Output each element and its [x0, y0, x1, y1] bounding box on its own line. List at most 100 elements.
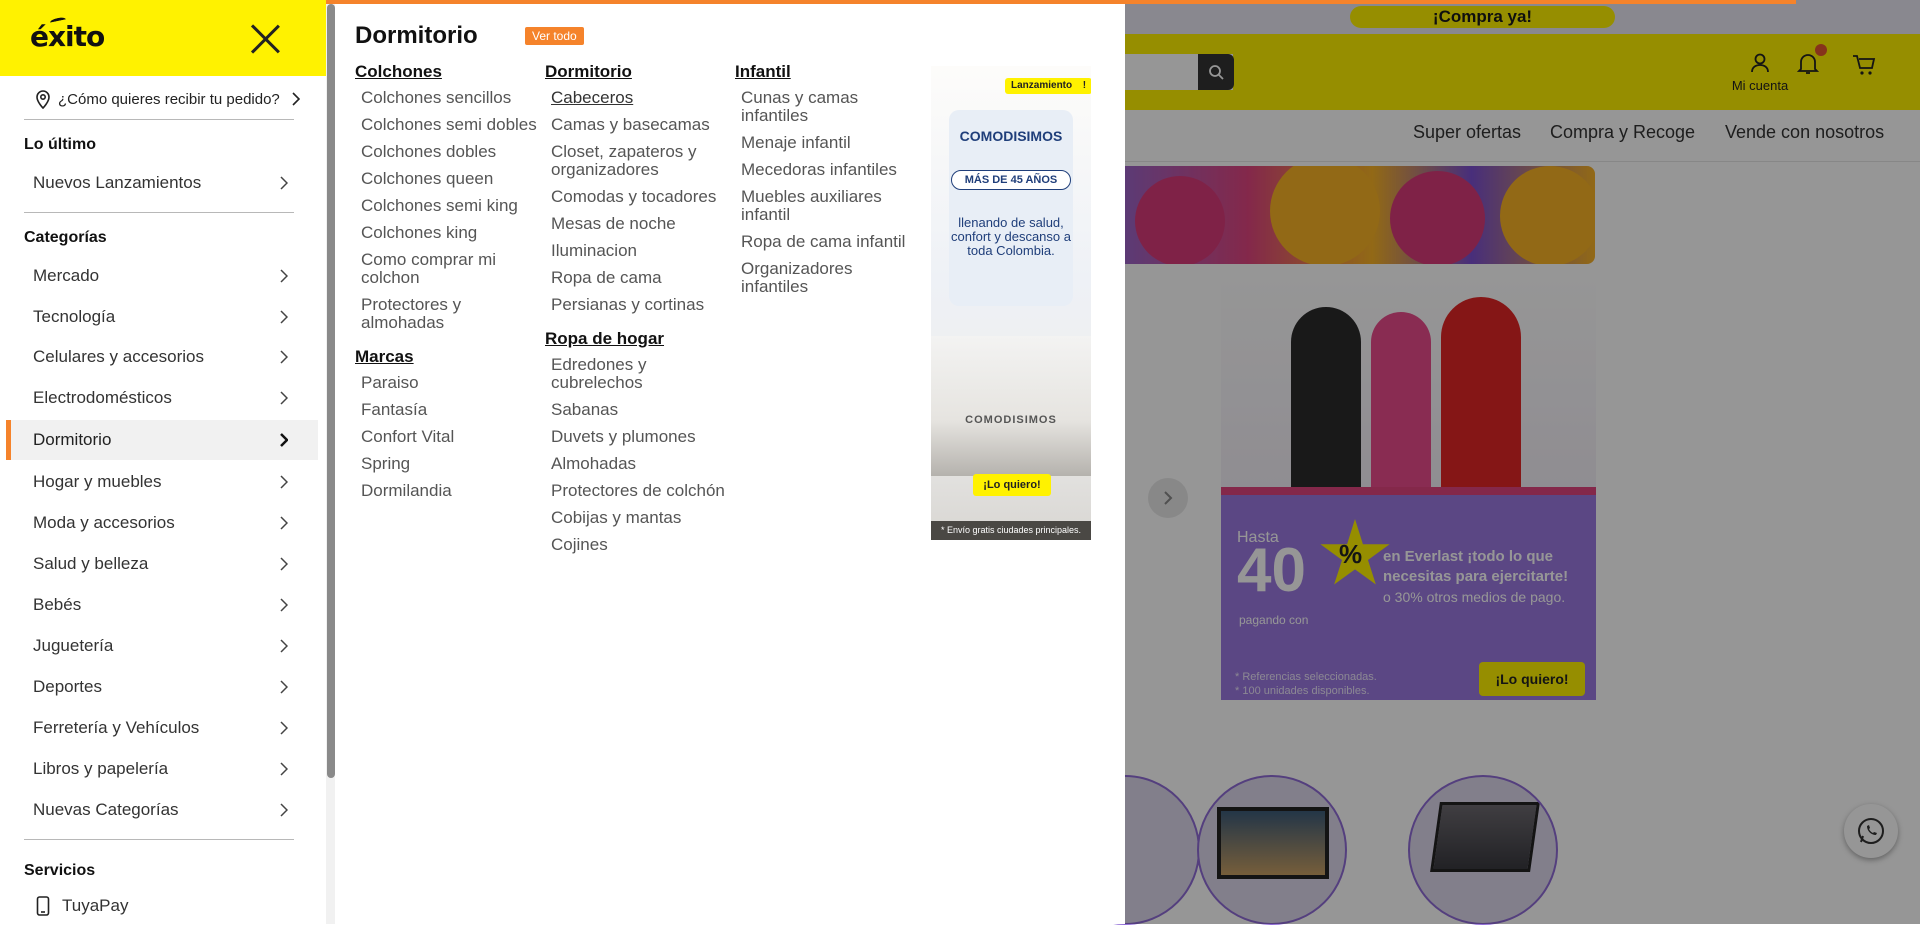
submenu-link[interactable]: Colchones semi dobles	[355, 116, 540, 134]
submenu-link[interactable]: Sabanas	[545, 401, 730, 419]
divider	[24, 212, 294, 213]
ad-brand: COMODISIMOS	[959, 128, 1063, 144]
ad-copy: llenando de salud, confort y descanso a …	[951, 215, 1071, 258]
category-menu: éxito ¿Cómo quieres recibir tu pedido? L…	[0, 0, 326, 924]
submenu-link[interactable]: Cabeceros	[545, 89, 730, 107]
ad-cta-button[interactable]: ¡Lo quiero!	[973, 474, 1051, 496]
submenu-link[interactable]: Dormilandia	[355, 482, 540, 500]
submenu-link[interactable]: Colchones dobles	[355, 143, 540, 161]
category-item-libros-y-papeleria[interactable]: Libros y papelería	[6, 749, 318, 789]
category-item-hogar-y-muebles[interactable]: Hogar y muebles	[6, 462, 318, 502]
category-item-electrodomesticos[interactable]: Electrodomésticos	[6, 378, 318, 418]
submenu-link[interactable]: Mecedoras infantiles	[735, 161, 920, 179]
see-all-button[interactable]: Ver todo	[525, 27, 584, 45]
category-item-celulares-y-accesorios[interactable]: Celulares y accesorios	[6, 337, 318, 377]
category-item-label: Juguetería	[33, 636, 114, 655]
submenu-link[interactable]: Iluminacion	[545, 242, 730, 260]
submenu-heading[interactable]: Dormitorio	[545, 62, 730, 82]
chevron-right-icon	[280, 557, 288, 571]
submenu-link[interactable]: Paraiso	[355, 374, 540, 392]
submenu-link[interactable]: Como comprar mi colchon	[355, 251, 540, 287]
submenu-link[interactable]: Cobijas y mantas	[545, 509, 730, 527]
submenu-link[interactable]: Cojines	[545, 536, 730, 554]
submenu-link[interactable]: Confort Vital	[355, 428, 540, 446]
mattress-image	[931, 336, 1091, 476]
ad-brand-small: COMODISIMOS	[965, 414, 1057, 426]
submenu-link[interactable]: Protectores y almohadas	[355, 296, 540, 332]
category-item-nuevas-categorias[interactable]: Nuevas Categorías	[6, 790, 318, 830]
comodisimos-ad[interactable]: Lanzamiento ! COMODISIMOS MÁS DE 45 AÑOS…	[931, 66, 1091, 540]
category-item-jugueteria[interactable]: Juguetería	[6, 626, 318, 666]
submenu-link[interactable]: Menaje infantil	[735, 134, 920, 152]
menu-scrollbar-thumb[interactable]	[327, 4, 335, 778]
submenu-heading[interactable]: Ropa de hogar	[545, 329, 730, 349]
submenu-link[interactable]: Duvets y plumones	[545, 428, 730, 446]
chevron-right-icon	[280, 475, 288, 489]
submenu-link[interactable]: Camas y basecamas	[545, 116, 730, 134]
menu-item-latest[interactable]: Nuevos Lanzamientos	[6, 163, 318, 203]
category-item-salud-y-belleza[interactable]: Salud y belleza	[6, 544, 318, 584]
close-menu-button[interactable]	[248, 22, 282, 56]
submenu-link[interactable]: Cunas y camas infantiles	[735, 89, 920, 125]
submenu-link[interactable]: Mesas de noche	[545, 215, 730, 233]
category-item-tecnologia[interactable]: Tecnología	[6, 297, 318, 337]
submenu-link[interactable]: Ropa de cama infantil	[735, 233, 920, 251]
menu-header: éxito	[0, 0, 326, 76]
category-item-label: Celulares y accesorios	[33, 347, 205, 366]
submenu-link[interactable]: Organizadores infantiles	[735, 260, 920, 296]
chevron-right-icon	[280, 516, 288, 530]
category-item-label: Electrodomésticos	[33, 388, 172, 407]
submenu-link[interactable]: Ropa de cama	[545, 269, 730, 287]
location-pin-icon	[36, 90, 50, 109]
ad-badge-label: Lanzamiento	[1011, 80, 1073, 91]
exclamation-icon: !	[1082, 80, 1087, 91]
submenu-link[interactable]: Closet, zapateros y organizadores	[545, 143, 730, 179]
ad-years: MÁS DE 45 AÑOS	[951, 170, 1071, 190]
submenu-link[interactable]: Colchones sencillos	[355, 89, 540, 107]
chevron-right-icon	[280, 350, 288, 364]
chevron-right-icon	[292, 92, 300, 106]
category-item-bebes[interactable]: Bebés	[6, 585, 318, 625]
submenu-link[interactable]: Fantasía	[355, 401, 540, 419]
submenu-column: Dormitorio Cabeceros Camas y basecamas Clos…	[545, 62, 730, 563]
submenu-link[interactable]: Colchones king	[355, 224, 540, 242]
category-item-label: Hogar y muebles	[33, 472, 162, 491]
submenu-link[interactable]: Edredones y cubrelechos	[545, 356, 730, 392]
submenu-link[interactable]: Muebles auxiliares infantil	[735, 188, 920, 224]
category-item-deportes[interactable]: Deportes	[6, 667, 318, 707]
submenu-link[interactable]: Comodas y tocadores	[545, 188, 730, 206]
category-item-label: Bebés	[33, 595, 82, 614]
category-item-label: Dormitorio	[33, 430, 112, 449]
submenu-heading[interactable]: Infantil	[735, 62, 920, 82]
menu-item-label: Nuevos Lanzamientos	[33, 173, 202, 192]
submenu-link[interactable]: Persianas y cortinas	[545, 296, 730, 314]
chevron-right-icon	[280, 310, 288, 324]
chevron-right-icon	[280, 176, 288, 190]
category-item-dormitorio[interactable]: Dormitorio	[6, 420, 318, 460]
category-item-mercado[interactable]: Mercado	[6, 256, 318, 296]
chevron-right-icon	[280, 391, 288, 405]
section-title-latest: Lo último	[24, 136, 96, 153]
phone-icon	[36, 896, 50, 916]
submenu-link[interactable]: Protectores de colchón	[545, 482, 730, 500]
submenu-heading[interactable]: Colchones	[355, 62, 540, 82]
submenu-title: Dormitorio	[355, 22, 478, 49]
category-item-ferreteria-y-vehiculos[interactable]: Ferretería y Vehículos	[6, 708, 318, 748]
chevron-right-icon	[280, 433, 288, 447]
service-item-tuyapay[interactable]: TuyaPay	[36, 896, 128, 916]
section-title-services: Servicios	[24, 862, 96, 879]
submenu-link[interactable]: Spring	[355, 455, 540, 473]
exito-logo[interactable]: éxito	[30, 20, 105, 53]
ad-badge: Lanzamiento !	[1005, 78, 1091, 94]
submenu-panel: Dormitorio Ver todo Colchones Colchones s…	[335, 4, 1125, 924]
submenu-link[interactable]: Colchones queen	[355, 170, 540, 188]
category-item-label: Mercado	[33, 266, 100, 285]
divider	[24, 839, 294, 840]
category-item-label: Libros y papelería	[33, 759, 169, 778]
submenu-link[interactable]: Almohadas	[545, 455, 730, 473]
delivery-prompt: ¿Cómo quieres recibir tu pedido?	[58, 90, 280, 108]
category-item-moda-y-accesorios[interactable]: Moda y accesorios	[6, 503, 318, 543]
submenu-heading[interactable]: Marcas	[355, 347, 540, 367]
submenu-link[interactable]: Colchones semi king	[355, 197, 540, 215]
delivery-selector[interactable]: ¿Cómo quieres recibir tu pedido?	[34, 86, 300, 112]
